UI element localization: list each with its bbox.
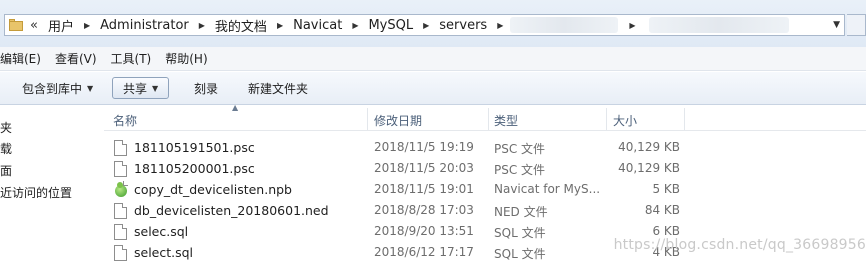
chevron-down-icon: ▼ (87, 83, 94, 93)
breadcrumb: 用户 ▶ Administrator ▶ 我的文档 ▶ Navicat ▶ My… (43, 15, 789, 35)
file-type: SQL 文件 (494, 247, 546, 261)
file-row[interactable]: copy_dt_devicelisten.npb 2018/11/5 19:01… (104, 180, 866, 201)
address-bar[interactable]: « 用户 ▶ Administrator ▶ 我的文档 ▶ Navicat ▶ … (4, 14, 845, 36)
include-in-library-button[interactable]: 包含到库中 ▼ (22, 77, 93, 99)
file-size: 6 KB (652, 224, 680, 238)
navicat-icon (114, 181, 128, 198)
navigation-pane: 夹 载 面 近访问的位置 (0, 106, 100, 261)
breadcrumb-overflow[interactable]: « (25, 18, 43, 33)
address-bar-area: « 用户 ▶ Administrator ▶ 我的文档 ▶ Navicat ▶ … (0, 0, 866, 47)
menu-tools[interactable]: 工具(T) (111, 50, 160, 67)
file-size: 40,129 KB (618, 161, 680, 175)
chevron-right-icon[interactable]: ▶ (79, 21, 95, 30)
watermark: https://blog.csdn.net/qq_36698956 (613, 237, 866, 253)
file-date: 2018/8/28 17:03 (374, 203, 474, 217)
file-name: selec.sql (134, 224, 189, 239)
file-name: 181105200001.psc (134, 161, 255, 176)
nav-item-recent-places[interactable]: 近访问的位置 (0, 184, 72, 201)
file-date: 2018/11/5 20:03 (374, 161, 474, 175)
file-type: SQL 文件 (494, 226, 546, 240)
share-label: 共享 (123, 81, 148, 96)
nav-item-downloads[interactable]: 载 (0, 140, 12, 157)
chevron-right-icon[interactable]: ▶ (194, 21, 210, 30)
column-divider[interactable] (488, 108, 489, 130)
column-header-type[interactable]: 类型 (494, 112, 518, 129)
file-size: 40,129 KB (618, 140, 680, 154)
file-date: 2018/11/5 19:01 (374, 182, 474, 196)
chevron-right-icon[interactable]: ▶ (272, 21, 288, 30)
chevron-right-icon[interactable]: ▶ (418, 21, 434, 30)
breadcrumb-item-documents[interactable]: 我的文档 (210, 16, 272, 35)
redacted-breadcrumb (510, 17, 619, 33)
chevron-right-icon[interactable]: ▶ (624, 21, 640, 30)
file-name: select.sql (134, 245, 194, 260)
column-divider[interactable] (684, 108, 685, 130)
new-folder-label: 新建文件夹 (248, 81, 309, 96)
nav-item-favorites[interactable]: 夹 (0, 119, 12, 136)
file-date: 2018/11/5 19:19 (374, 140, 474, 154)
chevron-right-icon[interactable]: ▶ (492, 21, 508, 30)
file-type: Navicat for MyS... (494, 182, 600, 196)
menu-help[interactable]: 帮助(H) (165, 50, 215, 67)
menu-view[interactable]: 查看(V) (55, 50, 105, 67)
file-name: copy_dt_devicelisten.npb (134, 182, 292, 197)
file-icon (114, 203, 127, 219)
breadcrumb-item-administrator[interactable]: Administrator (95, 18, 194, 33)
file-icon (114, 245, 127, 261)
file-size: 84 KB (644, 203, 680, 217)
address-dropdown-icon[interactable]: ▼ (833, 20, 840, 30)
include-in-library-label: 包含到库中 (22, 81, 83, 96)
menu-edit[interactable]: 编辑(E) (0, 50, 49, 67)
column-header-size[interactable]: 大小 (613, 112, 637, 129)
file-date: 2018/9/20 13:51 (374, 224, 474, 238)
file-icon (114, 140, 127, 156)
folder-icon (9, 19, 25, 31)
column-header-row: ▲ 名称 修改日期 类型 大小 (104, 103, 866, 131)
redacted-breadcrumb (648, 17, 789, 33)
breadcrumb-item-mysql[interactable]: MySQL (363, 18, 418, 33)
share-button[interactable]: 共享 ▼ (112, 77, 170, 99)
file-row[interactable]: 181105200001.psc 2018/11/5 20:03 PSC 文件 … (104, 159, 866, 180)
new-folder-button[interactable]: 新建文件夹 (248, 77, 308, 99)
column-divider[interactable] (367, 108, 368, 130)
chevron-down-icon: ▼ (152, 83, 159, 93)
menu-bar: 编辑(E) 查看(V) 工具(T) 帮助(H) (0, 47, 866, 71)
file-size: 5 KB (652, 182, 680, 196)
column-header-modified[interactable]: 修改日期 (374, 112, 422, 129)
command-bar: 包含到库中 ▼ 共享 ▼ 刻录 新建文件夹 (0, 72, 866, 105)
chevron-right-icon[interactable]: ▶ (347, 21, 363, 30)
nav-item-desktop[interactable]: 面 (0, 162, 12, 179)
file-name: db_devicelisten_20180601.ned (134, 203, 329, 218)
sort-ascending-icon: ▲ (232, 103, 239, 112)
file-name: 181105191501.psc (134, 140, 255, 155)
column-divider[interactable] (606, 108, 607, 130)
file-date: 2018/6/12 17:17 (374, 245, 474, 259)
file-row[interactable]: db_devicelisten_20180601.ned 2018/8/28 1… (104, 201, 866, 222)
file-type: NED 文件 (494, 205, 548, 219)
file-row[interactable]: 181105191501.psc 2018/11/5 19:19 PSC 文件 … (104, 138, 866, 159)
file-type: PSC 文件 (494, 163, 546, 177)
file-icon (114, 161, 127, 177)
breadcrumb-item-users[interactable]: 用户 (43, 16, 79, 35)
breadcrumb-item-navicat[interactable]: Navicat (288, 18, 347, 33)
burn-button[interactable]: 刻录 (194, 77, 218, 99)
file-icon (114, 224, 127, 240)
refresh-button[interactable] (847, 14, 866, 36)
burn-label: 刻录 (194, 81, 219, 96)
file-type: PSC 文件 (494, 142, 546, 156)
column-header-name[interactable]: 名称 (113, 112, 137, 129)
breadcrumb-item-servers[interactable]: servers (434, 18, 492, 33)
